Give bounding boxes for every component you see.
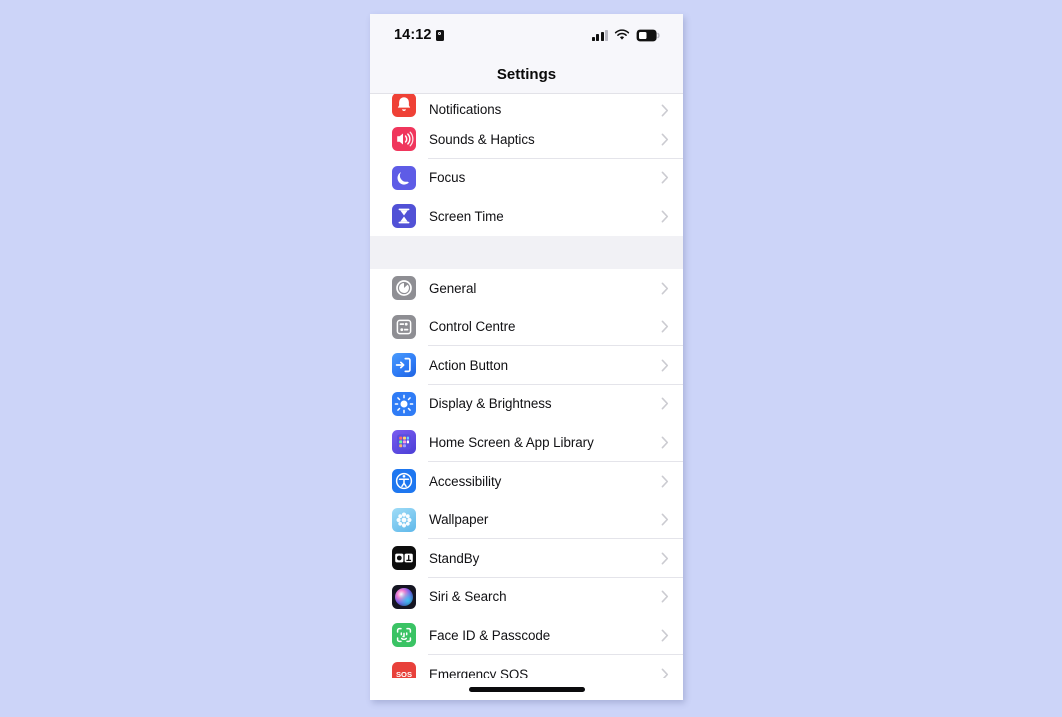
group-notifications: Notifications Sounds & Haptics Focus Screen… xyxy=(370,94,683,236)
settings-row-sounds-haptics[interactable]: Sounds & Haptics xyxy=(370,120,683,159)
settings-row-face-id-passcode[interactable]: Face ID & Passcode xyxy=(370,616,683,655)
wallpaper-icon xyxy=(392,507,416,532)
group-system: General Control Centre Action Button Displa… xyxy=(370,268,683,694)
siri-search-icon xyxy=(392,584,416,609)
accessibility-icon xyxy=(392,469,416,494)
settings-row-label: Accessibility xyxy=(429,473,502,489)
chevron-right-icon xyxy=(661,104,669,117)
action-button-icon xyxy=(392,353,416,378)
settings-row-home-screen-app-library[interactable]: Home Screen & App Library xyxy=(370,423,683,462)
phone-frame: 14:12 Settings Notifications Sounds & Hap… xyxy=(370,14,683,700)
control-centre-icon xyxy=(392,314,416,339)
display-brightness-icon xyxy=(392,391,416,416)
settings-row-general[interactable]: General xyxy=(370,268,683,308)
lock-icon xyxy=(435,29,444,41)
cellular-signal-icon xyxy=(591,29,608,41)
chevron-right-icon xyxy=(661,320,669,333)
settings-list[interactable]: Notifications Sounds & Haptics Focus Screen… xyxy=(370,94,683,700)
settings-row-accessibility[interactable]: Accessibility xyxy=(370,461,683,501)
chevron-right-icon xyxy=(661,133,669,146)
settings-row-label: Focus xyxy=(429,170,466,186)
settings-row-label: StandBy xyxy=(429,550,480,566)
chevron-right-icon xyxy=(661,475,669,488)
settings-row-standby[interactable]: StandBy xyxy=(370,538,683,578)
focus-icon xyxy=(392,165,416,190)
settings-row-control-centre[interactable]: Control Centre xyxy=(370,307,683,346)
group-separator xyxy=(370,235,683,269)
settings-row-label: Action Button xyxy=(429,357,509,373)
face-id-icon xyxy=(392,623,416,648)
chevron-right-icon xyxy=(661,552,669,565)
settings-row-wallpaper[interactable]: Wallpaper xyxy=(370,500,683,539)
home-indicator[interactable] xyxy=(468,686,585,692)
settings-row-label: Control Centre xyxy=(429,319,516,335)
settings-row-display-brightness[interactable]: Display & Brightness xyxy=(370,384,683,424)
chevron-right-icon xyxy=(661,359,669,372)
settings-row-focus[interactable]: Focus xyxy=(370,158,683,198)
settings-row-action-button[interactable]: Action Button xyxy=(370,345,683,385)
settings-row-siri-search[interactable]: Siri & Search xyxy=(370,577,683,617)
status-bar: 14:12 xyxy=(370,14,683,56)
settings-row-label: Display & Brightness xyxy=(429,396,552,412)
wifi-icon xyxy=(614,29,630,40)
general-icon xyxy=(392,276,416,301)
settings-row-screen-time[interactable]: Screen Time xyxy=(370,197,683,236)
settings-row-label: Face ID & Passcode xyxy=(429,627,551,643)
settings-row-label: General xyxy=(429,280,477,296)
home-screen-icon xyxy=(392,430,416,455)
settings-row-label: Siri & Search xyxy=(429,589,507,605)
chevron-right-icon xyxy=(661,629,669,642)
settings-row-label: Sounds & Haptics xyxy=(429,131,535,147)
settings-row-label: Screen Time xyxy=(429,208,504,224)
nav-bar: Settings xyxy=(370,56,683,94)
chevron-right-icon xyxy=(661,171,669,184)
settings-row-label: Notifications xyxy=(429,102,502,117)
screen-time-icon xyxy=(392,204,416,229)
status-time-group: 14:12 xyxy=(394,27,444,43)
status-indicators xyxy=(591,29,661,42)
standby-icon xyxy=(392,546,416,571)
chevron-right-icon xyxy=(661,282,669,295)
chevron-right-icon xyxy=(661,397,669,410)
chevron-right-icon xyxy=(661,436,669,449)
sounds-haptics-icon xyxy=(392,127,416,152)
page-title: Settings xyxy=(496,66,557,83)
home-indicator-area xyxy=(370,678,683,700)
settings-row-label: Home Screen & App Library xyxy=(429,434,594,450)
chevron-right-icon xyxy=(661,210,669,223)
chevron-right-icon xyxy=(661,590,669,603)
settings-row-notifications[interactable]: Notifications xyxy=(370,94,683,120)
clock-label: 14:12 xyxy=(394,27,432,43)
settings-row-label: Wallpaper xyxy=(429,512,489,528)
battery-icon xyxy=(636,29,660,41)
notifications-icon xyxy=(392,94,416,117)
chevron-right-icon xyxy=(661,513,669,526)
